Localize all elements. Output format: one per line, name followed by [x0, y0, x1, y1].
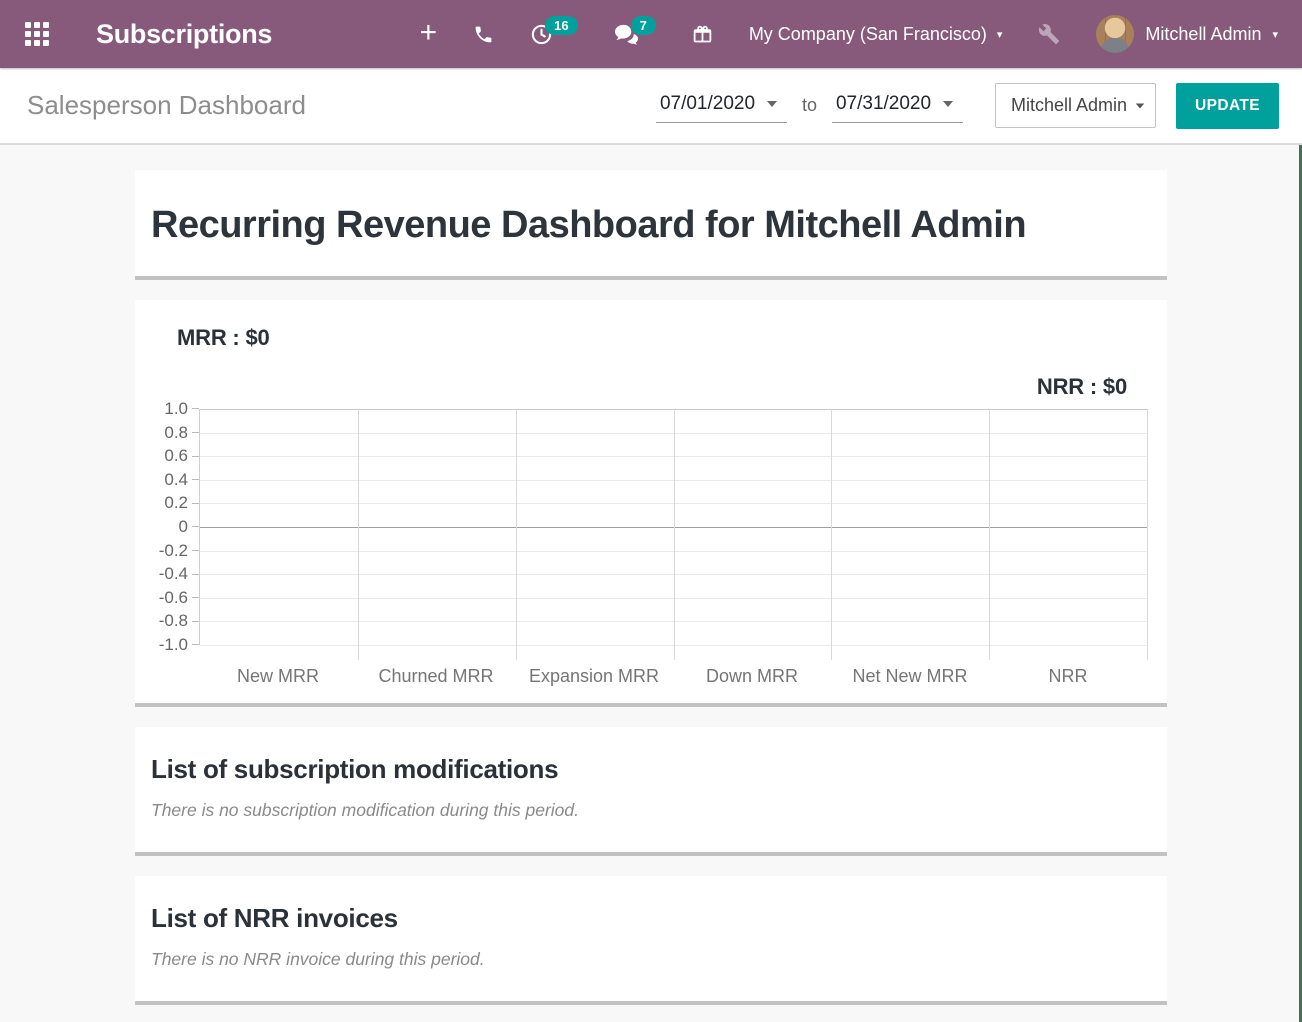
activities-count-badge: 16 [545, 16, 577, 35]
gridline-vertical [516, 409, 517, 660]
y-tick-label: -0.2 [159, 541, 199, 561]
page-title: Salesperson Dashboard [27, 90, 306, 121]
activities-menu-button[interactable]: 16 [530, 23, 577, 46]
chevron-down-icon: ▾ [997, 30, 1003, 41]
chevron-down-icon [943, 101, 953, 107]
section-title: List of subscription modifications [151, 754, 1151, 785]
gift-icon [692, 24, 713, 45]
y-tick-label: 0 [179, 517, 199, 537]
y-tick-label: 0.2 [164, 493, 199, 513]
section-title: List of NRR invoices [151, 903, 1151, 934]
nrr-invoices-card: List of NRR invoices There is no NRR inv… [135, 876, 1167, 1005]
user-name: Mitchell Admin [1145, 24, 1261, 45]
y-tick-label: 0.6 [164, 446, 199, 466]
x-category-label: NRR [989, 666, 1147, 687]
chart-y-axis: 1.00.80.60.40.20-0.2-0.4-0.6-0.8-1.0 [147, 409, 199, 645]
phone-icon [473, 24, 494, 45]
salesperson-value: Mitchell Admin [1011, 95, 1127, 116]
wrench-icon [1038, 23, 1060, 45]
x-category-label: Down MRR [673, 666, 831, 687]
quick-create-button[interactable]: + [420, 21, 438, 48]
y-tick-label: 1.0 [164, 399, 199, 419]
messages-count-badge: 7 [631, 16, 656, 35]
chart-plot-area [199, 409, 1147, 645]
x-category-label: Expansion MRR [515, 666, 673, 687]
date-from-value: 07/01/2020 [660, 93, 755, 115]
x-category-label: New MRR [199, 666, 357, 687]
voip-phone-button[interactable] [473, 24, 494, 45]
y-tick-label: 0.8 [164, 423, 199, 443]
developer-tools-button[interactable] [1038, 23, 1060, 45]
empty-state-text: There is no subscription modification du… [151, 800, 1151, 821]
top-navbar: Subscriptions + 16 7 [0, 0, 1302, 68]
revenue-chart-card: MRR : $0 NRR : $0 1.0 0.8 0.6 0.4 0.2 0 -0.2 -0… [135, 300, 1167, 707]
date-to-value: 07/31/2020 [836, 93, 931, 115]
chart-x-axis: New MRRChurned MRRExpansion MRRDown MRRN… [199, 666, 1147, 703]
y-tick-label: -0.8 [159, 611, 199, 631]
date-to-field[interactable]: 07/31/2020 [832, 89, 963, 123]
chevron-down-icon [767, 101, 777, 107]
plus-icon: + [420, 18, 438, 48]
y-tick-label: -0.4 [159, 564, 199, 584]
app-title[interactable]: Subscriptions [96, 19, 272, 50]
y-tick-label: -1.0 [159, 635, 199, 655]
gridline-vertical [674, 409, 675, 660]
chevron-down-icon: ▾ [1272, 30, 1278, 41]
y-tick-label: -0.6 [159, 588, 199, 608]
salesperson-select[interactable]: Mitchell Admin [995, 83, 1156, 128]
x-category-label: Churned MRR [357, 666, 515, 687]
apps-menu-icon[interactable] [25, 22, 49, 46]
chevron-down-icon [1136, 103, 1145, 108]
dashboard-content: Recurring Revenue Dashboard for Mitchell… [135, 170, 1167, 1005]
x-category-label: Net New MRR [831, 666, 989, 687]
company-name: My Company (San Francisco) [749, 24, 987, 45]
messages-menu-button[interactable]: 7 [614, 23, 656, 46]
user-menu[interactable]: Mitchell Admin ▾ [1096, 15, 1278, 53]
systray: + 16 7 My Company [420, 15, 1278, 53]
date-from-field[interactable]: 07/01/2020 [656, 89, 787, 123]
revenue-bar-chart: 1.00.80.60.40.20-0.2-0.4-0.6-0.8-1.0 [135, 409, 1167, 645]
gridline-vertical [831, 409, 832, 660]
gridline-vertical [1147, 409, 1148, 660]
nrr-total-label: NRR : $0 [135, 374, 1127, 400]
gridline-vertical [989, 409, 990, 660]
company-switcher[interactable]: My Company (San Francisco) ▾ [749, 24, 1003, 45]
mrr-total-label: MRR : $0 [177, 325, 1167, 351]
date-range-to-label: to [802, 95, 817, 116]
rewards-button[interactable] [692, 24, 713, 45]
y-tick-label: 0.4 [164, 470, 199, 490]
gridline-vertical [358, 409, 359, 660]
user-avatar [1096, 15, 1134, 53]
control-panel: Salesperson Dashboard 07/01/2020 to 07/3… [0, 68, 1302, 145]
update-button[interactable]: UPDATE [1176, 83, 1279, 129]
dashboard-heading: Recurring Revenue Dashboard for Mitchell… [151, 199, 1071, 253]
subscription-modifications-card: List of subscription modifications There… [135, 727, 1167, 856]
dashboard-heading-card: Recurring Revenue Dashboard for Mitchell… [135, 170, 1167, 280]
empty-state-text: There is no NRR invoice during this peri… [151, 949, 1151, 970]
